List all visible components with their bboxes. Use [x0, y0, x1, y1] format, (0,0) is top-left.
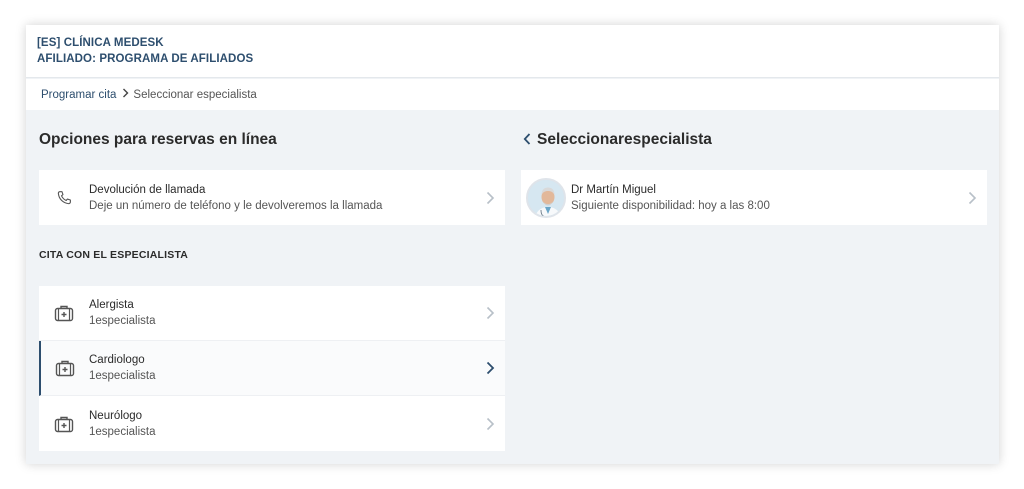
specialty-count: 1especialista: [89, 370, 156, 382]
select-specialist-title: Seleccionarespecialista: [537, 131, 712, 148]
specialist-section-label: CITA CON EL ESPECIALISTA: [39, 249, 189, 261]
select-specialist-header: Seleccionarespecialista: [523, 131, 712, 149]
callback-option[interactable]: Devolución de llamada Deje un número de …: [39, 170, 505, 225]
affiliate-program: AFILIADO: PROGRAMA DE AFILIADOS: [37, 53, 254, 65]
callback-subtitle: Deje un número de teléfono y le devolver…: [89, 199, 383, 212]
doctor-avatar: [526, 177, 566, 218]
doctor-availability: Siguiente disponibilidad: hoy a las 8:00: [571, 199, 770, 212]
app-window: [ES] CLÍNICA MEDESK AFILIADO: PROGRAMA D…: [26, 25, 999, 464]
clinic-header: [ES] CLÍNICA MEDESK AFILIADO: PROGRAMA D…: [26, 25, 999, 78]
specialty-count: 1especialista: [89, 315, 156, 327]
specialty-name: Neurólogo: [89, 409, 143, 422]
breadcrumb-current: Seleccionar especialista: [133, 88, 257, 101]
medical-bag-icon: [39, 304, 89, 322]
doctor-card[interactable]: Dr Martín Miguel Siguiente disponibilida…: [521, 170, 987, 225]
booking-options-title: Opciones para reservas en línea: [39, 131, 277, 148]
breadcrumb-separator-icon: [122, 88, 129, 101]
chevron-right-icon: [475, 361, 505, 375]
specialty-name: Alergista: [89, 299, 134, 311]
chevron-right-icon: [957, 191, 987, 205]
clinic-name: [ES] CLÍNICA MEDESK: [37, 37, 164, 49]
specialty-row-cardiologo[interactable]: Cardiologo 1especialista: [39, 341, 505, 396]
medical-bag-icon: [41, 359, 89, 377]
chevron-left-icon[interactable]: [523, 132, 531, 148]
phone-icon: [39, 189, 89, 207]
specialty-row-alergista[interactable]: Alergista 1especialista: [39, 286, 505, 341]
chevron-right-icon: [475, 191, 505, 205]
specialty-count: 1especialista: [89, 425, 156, 438]
chevron-right-icon: [475, 417, 505, 431]
breadcrumb-link-programar-cita[interactable]: Programar cita: [41, 89, 116, 101]
medical-bag-icon: [39, 415, 89, 433]
chevron-right-icon: [475, 306, 505, 320]
breadcrumb: Programar cita Seleccionar especialista: [26, 79, 999, 110]
specialty-row-neurologo[interactable]: Neurólogo 1especialista: [39, 396, 505, 451]
doctor-name: Dr Martín Miguel: [571, 183, 656, 196]
specialty-name: Cardiologo: [89, 354, 145, 366]
specialty-list: Alergista 1especialista Cardiologo 1espe…: [39, 286, 505, 451]
callback-title: Devolución de llamada: [89, 183, 206, 196]
